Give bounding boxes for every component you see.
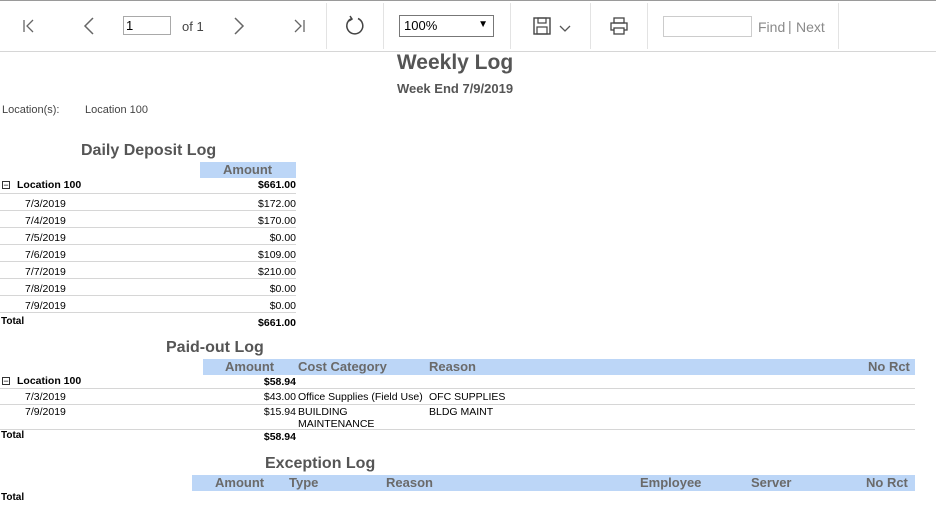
row-divider bbox=[0, 429, 915, 430]
first-page-button[interactable] bbox=[18, 13, 40, 39]
row-divider bbox=[0, 404, 915, 405]
zoom-select[interactable]: 100% ▼ bbox=[399, 15, 494, 37]
report-title: Weekly Log bbox=[396, 51, 514, 74]
refresh-icon bbox=[346, 15, 364, 35]
deposit-col-amount: Amount bbox=[223, 162, 273, 177]
deposit-row-date: 7/5/2019 bbox=[25, 232, 66, 244]
next-match-button[interactable]: Next bbox=[796, 19, 825, 35]
paidout-col-amount: Amount bbox=[225, 359, 275, 374]
deposit-total-label: Total bbox=[1, 316, 25, 327]
refresh-button[interactable] bbox=[343, 13, 367, 39]
last-page-icon bbox=[294, 19, 305, 33]
report-subtitle: Week End 7/9/2019 bbox=[396, 81, 514, 96]
find-button[interactable]: Find bbox=[758, 19, 785, 35]
deposit-row-amount: $172.00 bbox=[258, 198, 296, 210]
deposit-row-date: 7/3/2019 bbox=[25, 198, 66, 210]
previous-page-button[interactable] bbox=[78, 13, 100, 39]
collapse-toggle-icon[interactable]: − bbox=[2, 377, 10, 386]
deposit-group-total: $661.00 bbox=[258, 179, 296, 191]
toolbar-divider bbox=[647, 3, 648, 49]
deposit-section-title: Daily Deposit Log bbox=[81, 142, 217, 159]
deposit-row-amount: $170.00 bbox=[258, 215, 296, 227]
report-toolbar: of 1 100% ▼ Find | Next bbox=[0, 0, 936, 52]
toolbar-divider bbox=[838, 3, 839, 49]
exception-total-label: Total bbox=[1, 492, 25, 503]
chevron-right-icon bbox=[234, 17, 245, 35]
paidout-group-label: Location 100 bbox=[17, 375, 82, 387]
row-divider bbox=[0, 261, 296, 262]
exception-col-reason: Reason bbox=[386, 475, 433, 490]
paidout-row-date: 7/3/2019 bbox=[25, 391, 66, 403]
toolbar-divider bbox=[326, 3, 327, 49]
last-page-button[interactable] bbox=[288, 13, 310, 39]
exception-col-server: Server bbox=[751, 475, 792, 490]
row-divider bbox=[0, 295, 296, 296]
paidout-row-cost-category: BUILDING MAINTENANCE bbox=[298, 406, 375, 430]
paidout-row-reason: OFC SUPPLIES bbox=[429, 391, 506, 403]
zoom-value: 100% bbox=[404, 18, 438, 33]
locations-value: Location 100 bbox=[85, 104, 148, 116]
next-page-button[interactable] bbox=[228, 13, 250, 39]
deposit-row-date: 7/7/2019 bbox=[25, 266, 66, 278]
deposit-row-date: 7/4/2019 bbox=[25, 215, 66, 227]
deposit-row-amount: $210.00 bbox=[258, 266, 296, 278]
exception-col-no-rct: No Rct bbox=[866, 475, 908, 490]
exception-col-amount: Amount bbox=[215, 475, 265, 490]
paidout-row-cost-category: Office Supplies (Field Use) bbox=[298, 391, 423, 403]
paidout-col-no-rct: No Rct bbox=[868, 359, 910, 374]
find-separator: | bbox=[788, 18, 792, 34]
toolbar-divider bbox=[590, 3, 591, 49]
deposit-group-label: Location 100 bbox=[17, 179, 82, 191]
deposit-row-amount: $109.00 bbox=[258, 249, 296, 261]
row-divider bbox=[0, 244, 296, 245]
page-number-input[interactable] bbox=[123, 16, 171, 35]
print-icon bbox=[610, 17, 628, 35]
deposit-total-value: $661.00 bbox=[258, 317, 296, 329]
paidout-total-value: $58.94 bbox=[263, 431, 296, 443]
paidout-row-date: 7/9/2019 bbox=[25, 406, 66, 418]
dropdown-arrow-icon: ▼ bbox=[478, 19, 488, 30]
export-button[interactable] bbox=[530, 13, 574, 39]
page-count-label: of 1 bbox=[182, 19, 204, 34]
deposit-row-amount: $0.00 bbox=[269, 300, 296, 312]
deposit-row-amount: $0.00 bbox=[269, 283, 296, 295]
print-button[interactable] bbox=[607, 13, 631, 39]
paidout-section-title: Paid-out Log bbox=[166, 339, 264, 356]
exception-section-title: Exception Log bbox=[265, 455, 376, 472]
row-divider bbox=[0, 312, 296, 313]
paidout-row-amount: $15.94 bbox=[263, 406, 296, 418]
deposit-row-date: 7/9/2019 bbox=[25, 300, 66, 312]
paidout-group-total: $58.94 bbox=[263, 376, 296, 388]
find-input[interactable] bbox=[663, 16, 752, 37]
first-page-icon bbox=[23, 19, 34, 33]
paidout-col-reason: Reason bbox=[429, 359, 476, 374]
chevron-down-icon bbox=[559, 25, 571, 32]
toolbar-divider bbox=[383, 3, 384, 49]
row-divider bbox=[0, 227, 296, 228]
row-divider bbox=[0, 193, 296, 194]
row-divider bbox=[0, 388, 915, 389]
locations-label: Location(s): bbox=[2, 104, 60, 116]
exception-col-employee: Employee bbox=[640, 475, 702, 490]
deposit-row-amount: $0.00 bbox=[269, 232, 296, 244]
exception-col-type: Type bbox=[289, 475, 319, 490]
toolbar-divider bbox=[510, 3, 511, 49]
save-icon bbox=[533, 17, 551, 35]
paidout-total-label: Total bbox=[1, 430, 25, 441]
chevron-left-icon bbox=[83, 17, 94, 35]
collapse-toggle-icon[interactable]: − bbox=[2, 181, 10, 190]
deposit-row-date: 7/8/2019 bbox=[25, 283, 66, 295]
row-divider bbox=[0, 210, 296, 211]
paidout-col-cost-category: Cost Category bbox=[298, 359, 387, 374]
row-divider bbox=[0, 278, 296, 279]
deposit-row-date: 7/6/2019 bbox=[25, 249, 66, 261]
paidout-row-amount: $43.00 bbox=[263, 391, 296, 403]
paidout-row-reason: BLDG MAINT bbox=[429, 406, 494, 418]
